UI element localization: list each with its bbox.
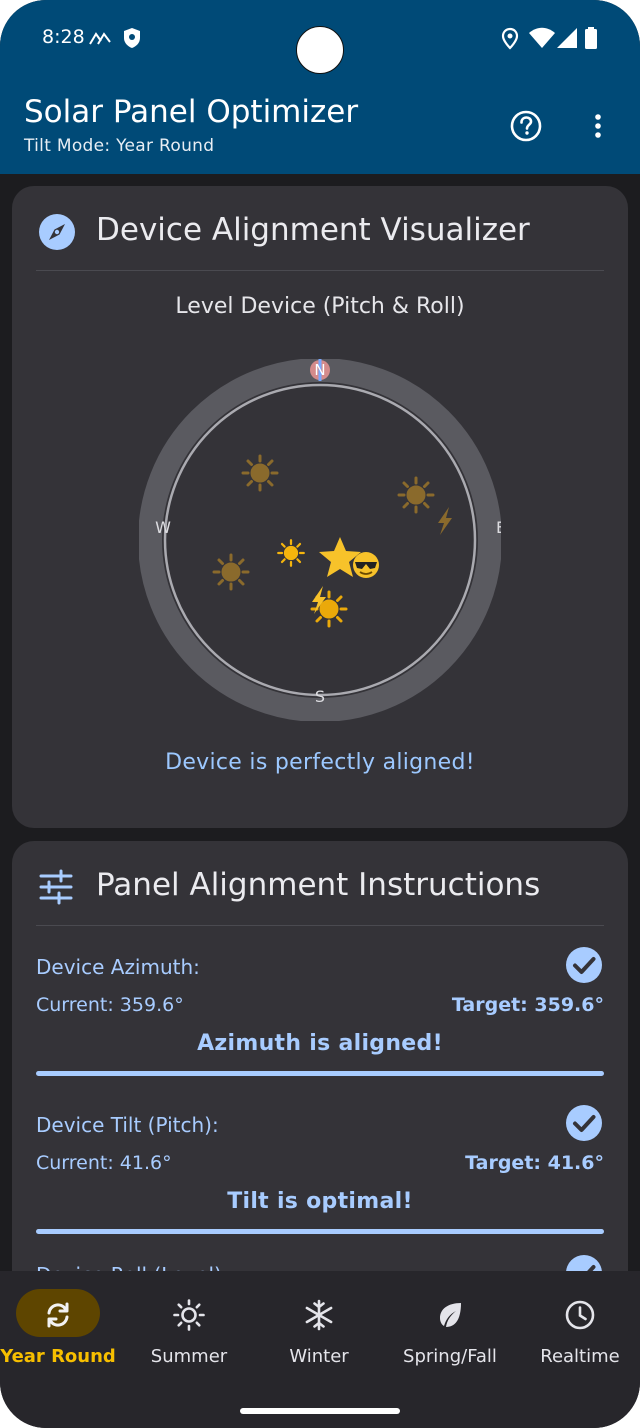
nav-label-winter: Winter	[289, 1346, 349, 1367]
azimuth-progress	[36, 1071, 604, 1076]
alignment-status-message: Device is perfectly aligned!	[165, 750, 475, 775]
help-icon[interactable]	[506, 106, 546, 146]
level-compass: N S E W	[139, 359, 501, 721]
compass-icon	[39, 214, 75, 250]
sync-icon	[47, 1302, 69, 1328]
clock-icon	[565, 1300, 595, 1330]
nav-label-summer: Summer	[150, 1346, 228, 1367]
check-circle-icon	[566, 947, 602, 983]
sun-icon	[173, 1299, 205, 1331]
signal-arrows-icon	[89, 32, 111, 45]
nav-realtime[interactable]: Realtime	[516, 1271, 640, 1391]
location-icon	[501, 27, 519, 50]
tilt-mode-subtitle: Tilt Mode: Year Round	[24, 136, 215, 156]
app-title: Solar Panel Optimizer	[24, 94, 359, 130]
nav-label-realtime: Realtime	[540, 1346, 620, 1367]
tune-icon	[39, 869, 73, 905]
azimuth-target: Target: 359.6°	[451, 994, 604, 1016]
dim-sun-icon	[241, 454, 279, 492]
shield-icon	[124, 28, 140, 48]
status-time: 8:28	[42, 26, 85, 48]
home-indicator[interactable]	[240, 1408, 400, 1414]
camera-cutout	[296, 26, 344, 74]
dim-sun-icon	[397, 476, 435, 514]
alignment-visualizer-card: Device Alignment Visualizer Level Device…	[12, 186, 628, 828]
nav-year-round[interactable]: Year Round	[0, 1271, 122, 1391]
wifi-icon	[529, 27, 555, 48]
nav-summer[interactable]: Summer	[125, 1271, 253, 1391]
alignment-instructions-card: Panel Alignment Instructions Device Azim…	[12, 841, 628, 1341]
compass-west: W	[155, 518, 171, 537]
azimuth-label: Device Azimuth:	[36, 955, 200, 979]
phone-screen: 8:28 Solar Panel Optimizer Tilt Mode: Ye…	[0, 0, 640, 1428]
tilt-target: Target: 41.6°	[465, 1152, 604, 1174]
nav-label-year-round: Year Round	[0, 1346, 116, 1367]
check-circle-icon	[566, 1105, 602, 1141]
tilt-label: Device Tilt (Pitch):	[36, 1113, 219, 1137]
tilt-progress	[36, 1229, 604, 1234]
more-vert-icon[interactable]	[586, 106, 610, 146]
level-device-title: Level Device (Pitch & Roll)	[175, 294, 465, 319]
dim-sun-icon	[212, 553, 250, 591]
compass-south: S	[315, 687, 325, 706]
tilt-current: Current: 41.6°	[36, 1152, 172, 1174]
nav-spring-fall[interactable]: Spring/Fall	[386, 1271, 514, 1391]
cell-signal-icon	[557, 28, 577, 48]
leaf-icon	[440, 1303, 461, 1327]
snowflake-icon	[305, 1299, 333, 1331]
azimuth-current: Current: 359.6°	[36, 994, 184, 1016]
nav-winter[interactable]: Winter	[255, 1271, 383, 1391]
app-bar: 8:28 Solar Panel Optimizer Tilt Mode: Ye…	[0, 0, 640, 174]
visualizer-title: Device Alignment Visualizer	[96, 212, 530, 248]
azimuth-status: Azimuth is aligned!	[197, 1031, 443, 1056]
nav-label-spring-fall: Spring/Fall	[403, 1346, 497, 1367]
divider	[36, 925, 604, 926]
instructions-title: Panel Alignment Instructions	[96, 867, 541, 903]
battery-icon	[585, 27, 597, 49]
bottom-navigation: Year Round Summer Winter Spring/Fall Rea…	[0, 1271, 640, 1428]
divider	[36, 270, 604, 271]
compass-east: E	[496, 518, 501, 537]
compass-north: N	[314, 361, 325, 379]
tilt-status: Tilt is optimal!	[227, 1189, 413, 1214]
